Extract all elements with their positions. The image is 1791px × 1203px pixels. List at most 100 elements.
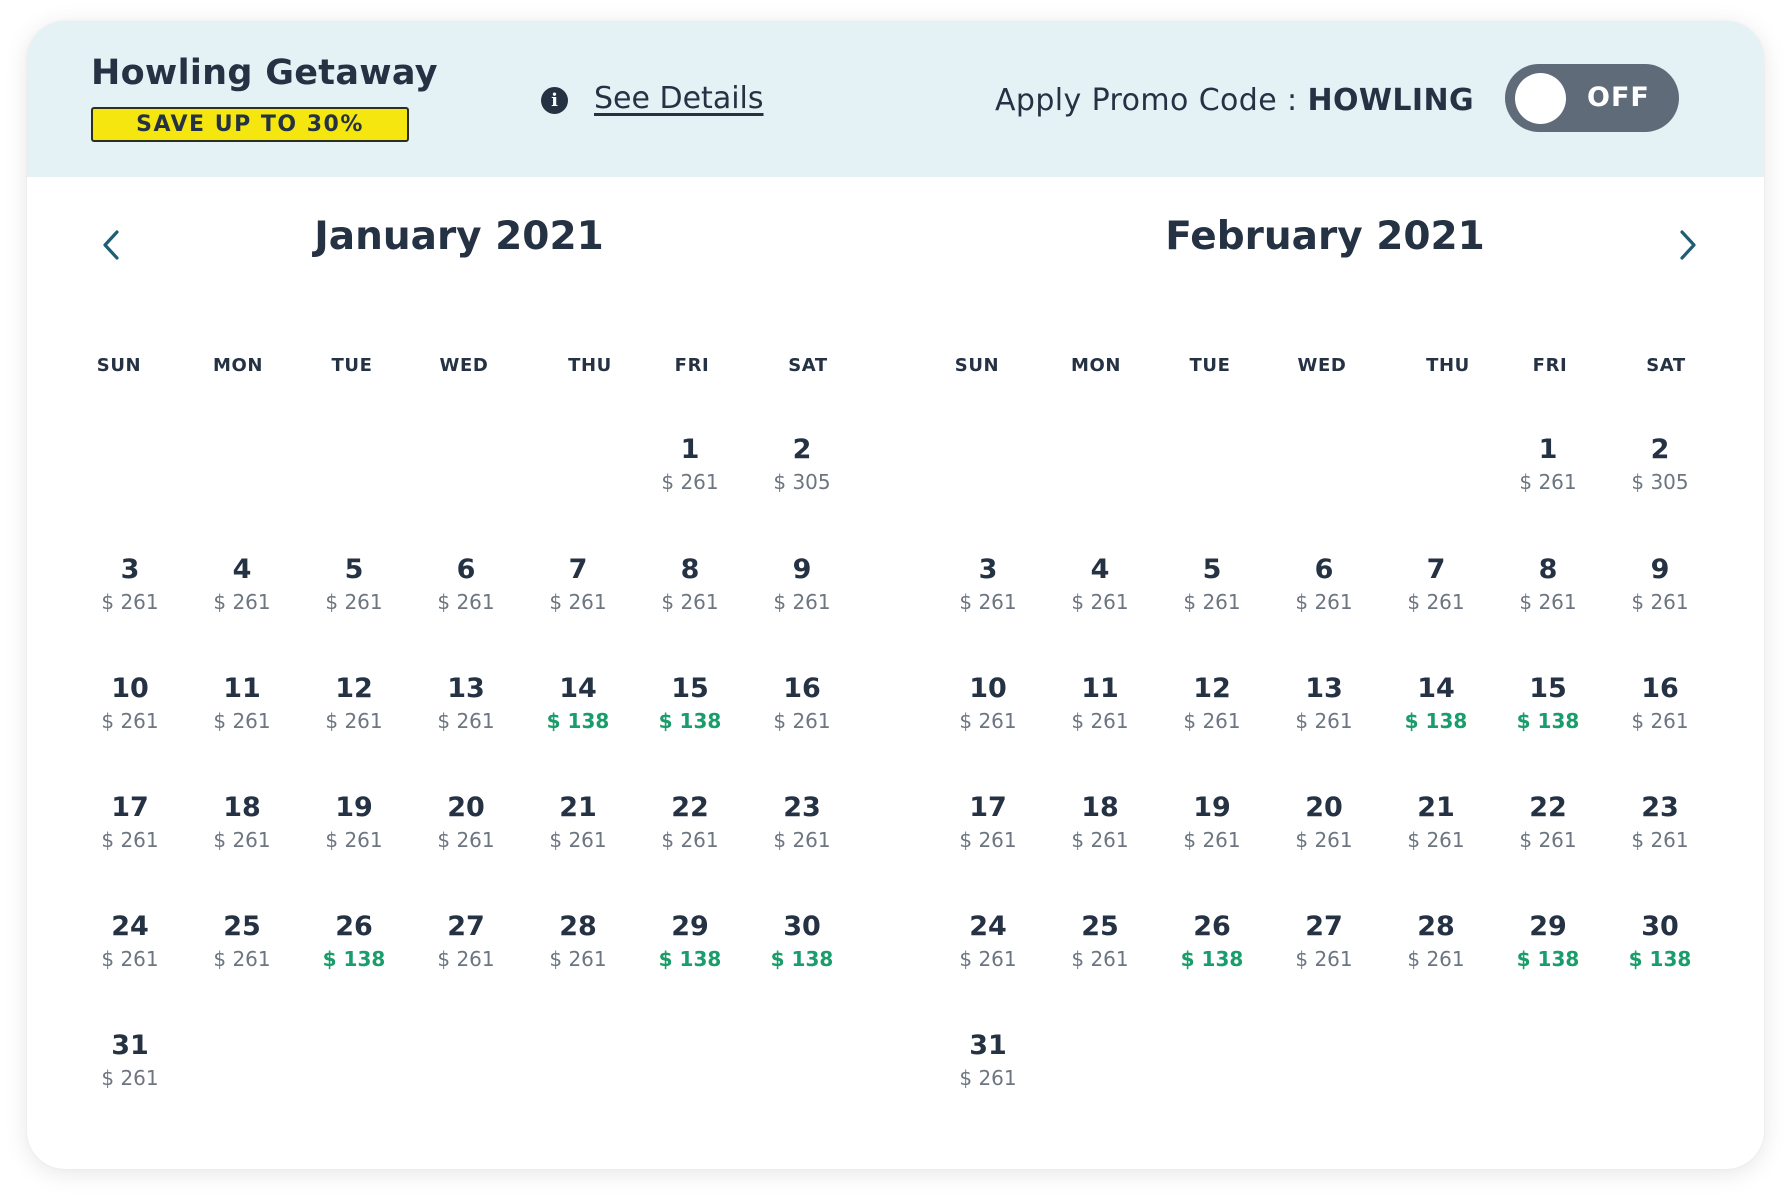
- day-number: 5: [344, 554, 364, 585]
- day-cell-january-8[interactable]: 8 $ 261: [634, 553, 746, 615]
- day-cell-february-30[interactable]: 30 $ 138: [1604, 910, 1716, 972]
- day-cell-january-23[interactable]: 23 $ 261: [746, 791, 858, 853]
- day-cell-february-9[interactable]: 9 $ 261: [1604, 553, 1716, 615]
- day-cell-february-20[interactable]: 20 $ 261: [1268, 791, 1380, 853]
- day-cell-january-2[interactable]: 2 $ 305: [746, 433, 858, 495]
- weekday-header-mon: MON: [212, 355, 264, 376]
- day-cell-january-4[interactable]: 4 $ 261: [186, 553, 298, 615]
- day-cell-february-24[interactable]: 24 $ 261: [932, 910, 1044, 972]
- day-cell-january-18[interactable]: 18 $ 261: [186, 791, 298, 853]
- day-cell-january-27[interactable]: 27 $ 261: [410, 910, 522, 972]
- day-number: 30: [783, 911, 821, 942]
- day-cell-february-29[interactable]: 29 $ 138: [1492, 910, 1604, 972]
- day-cell-january-9[interactable]: 9 $ 261: [746, 553, 858, 615]
- day-price-discounted: $ 138: [658, 709, 722, 733]
- toggle-state-label: OFF: [1587, 82, 1650, 113]
- day-price: $ 261: [1183, 709, 1241, 733]
- day-cell-january-24[interactable]: 24 $ 261: [74, 910, 186, 972]
- day-cell-january-19[interactable]: 19 $ 261: [298, 791, 410, 853]
- day-number: 6: [1314, 554, 1334, 585]
- day-cell-february-2[interactable]: 2 $ 305: [1604, 433, 1716, 495]
- day-cell-january-13[interactable]: 13 $ 261: [410, 672, 522, 734]
- day-price: $ 261: [1071, 709, 1129, 733]
- day-cell-january-1[interactable]: 1 $ 261: [634, 433, 746, 495]
- day-cell-february-6[interactable]: 6 $ 261: [1268, 553, 1380, 615]
- day-cell-february-13[interactable]: 13 $ 261: [1268, 672, 1380, 734]
- day-cell-february-27[interactable]: 27 $ 261: [1268, 910, 1380, 972]
- day-cell-february-4[interactable]: 4 $ 261: [1044, 553, 1156, 615]
- day-cell-january-7[interactable]: 7 $ 261: [522, 553, 634, 615]
- day-cell-february-26[interactable]: 26 $ 138: [1156, 910, 1268, 972]
- day-number: 19: [1193, 792, 1231, 823]
- day-cell-february-10[interactable]: 10 $ 261: [932, 672, 1044, 734]
- day-number: 2: [1650, 434, 1670, 465]
- day-cell-january-12[interactable]: 12 $ 261: [298, 672, 410, 734]
- day-cell-february-28[interactable]: 28 $ 261: [1380, 910, 1492, 972]
- day-number: 28: [559, 911, 597, 942]
- day-cell-february-25[interactable]: 25 $ 261: [1044, 910, 1156, 972]
- day-number: 8: [680, 554, 700, 585]
- day-number: 17: [111, 792, 149, 823]
- day-number: 15: [1529, 673, 1567, 704]
- day-cell-february-12[interactable]: 12 $ 261: [1156, 672, 1268, 734]
- day-price: $ 261: [661, 470, 719, 494]
- day-cell-january-28[interactable]: 28 $ 261: [522, 910, 634, 972]
- day-cell-february-18[interactable]: 18 $ 261: [1044, 791, 1156, 853]
- promo-toggle[interactable]: OFF: [1505, 64, 1679, 132]
- day-number: 31: [111, 1030, 149, 1061]
- day-cell-february-1[interactable]: 1 $ 261: [1492, 433, 1604, 495]
- day-cell-february-11[interactable]: 11 $ 261: [1044, 672, 1156, 734]
- see-details-link[interactable]: See Details: [594, 81, 764, 116]
- day-cell-january-15[interactable]: 15 $ 138: [634, 672, 746, 734]
- day-cell-february-23[interactable]: 23 $ 261: [1604, 791, 1716, 853]
- day-price: $ 261: [959, 1066, 1017, 1090]
- weekday-header-mon: MON: [1070, 355, 1122, 376]
- day-cell-january-11[interactable]: 11 $ 261: [186, 672, 298, 734]
- day-cell-january-6[interactable]: 6 $ 261: [410, 553, 522, 615]
- day-cell-february-5[interactable]: 5 $ 261: [1156, 553, 1268, 615]
- day-price: $ 261: [325, 828, 383, 852]
- next-month-button[interactable]: [1667, 225, 1707, 265]
- weekday-header-tue: TUE: [1189, 355, 1231, 376]
- day-cell-february-22[interactable]: 22 $ 261: [1492, 791, 1604, 853]
- promo-code-label: Apply Promo Code : HOWLING: [995, 83, 1474, 118]
- day-cell-february-7[interactable]: 7 $ 261: [1380, 553, 1492, 615]
- day-cell-february-16[interactable]: 16 $ 261: [1604, 672, 1716, 734]
- day-price: $ 305: [773, 470, 831, 494]
- day-cell-february-3[interactable]: 3 $ 261: [932, 553, 1044, 615]
- day-cell-february-19[interactable]: 19 $ 261: [1156, 791, 1268, 853]
- day-number: 18: [223, 792, 261, 823]
- day-cell-january-21[interactable]: 21 $ 261: [522, 791, 634, 853]
- day-cell-january-31[interactable]: 31 $ 261: [74, 1029, 186, 1091]
- day-price: $ 261: [959, 590, 1017, 614]
- day-cell-january-14[interactable]: 14 $ 138: [522, 672, 634, 734]
- day-price: $ 261: [213, 828, 271, 852]
- day-price: $ 261: [1295, 709, 1353, 733]
- day-cell-february-15[interactable]: 15 $ 138: [1492, 672, 1604, 734]
- day-cell-february-31[interactable]: 31 $ 261: [932, 1029, 1044, 1091]
- day-cell-january-17[interactable]: 17 $ 261: [74, 791, 186, 853]
- day-cell-february-17[interactable]: 17 $ 261: [932, 791, 1044, 853]
- prev-month-button[interactable]: [92, 225, 132, 265]
- day-cell-january-26[interactable]: 26 $ 138: [298, 910, 410, 972]
- day-cell-january-30[interactable]: 30 $ 138: [746, 910, 858, 972]
- day-cell-january-5[interactable]: 5 $ 261: [298, 553, 410, 615]
- chevron-right-icon: [1680, 230, 1696, 260]
- day-price-discounted: $ 138: [1516, 709, 1580, 733]
- day-number: 26: [1193, 911, 1231, 942]
- day-cell-january-3[interactable]: 3 $ 261: [74, 553, 186, 615]
- day-cell-january-29[interactable]: 29 $ 138: [634, 910, 746, 972]
- toggle-knob[interactable]: [1515, 73, 1566, 124]
- info-icon[interactable]: i: [541, 87, 568, 114]
- day-cell-january-16[interactable]: 16 $ 261: [746, 672, 858, 734]
- day-cell-february-14[interactable]: 14 $ 138: [1380, 672, 1492, 734]
- day-cell-january-10[interactable]: 10 $ 261: [74, 672, 186, 734]
- day-cell-january-20[interactable]: 20 $ 261: [410, 791, 522, 853]
- day-price: $ 261: [1407, 828, 1465, 852]
- day-cell-january-22[interactable]: 22 $ 261: [634, 791, 746, 853]
- day-price-discounted: $ 138: [1516, 947, 1580, 971]
- day-cell-february-21[interactable]: 21 $ 261: [1380, 791, 1492, 853]
- day-cell-january-25[interactable]: 25 $ 261: [186, 910, 298, 972]
- day-cell-february-8[interactable]: 8 $ 261: [1492, 553, 1604, 615]
- day-number: 3: [120, 554, 140, 585]
